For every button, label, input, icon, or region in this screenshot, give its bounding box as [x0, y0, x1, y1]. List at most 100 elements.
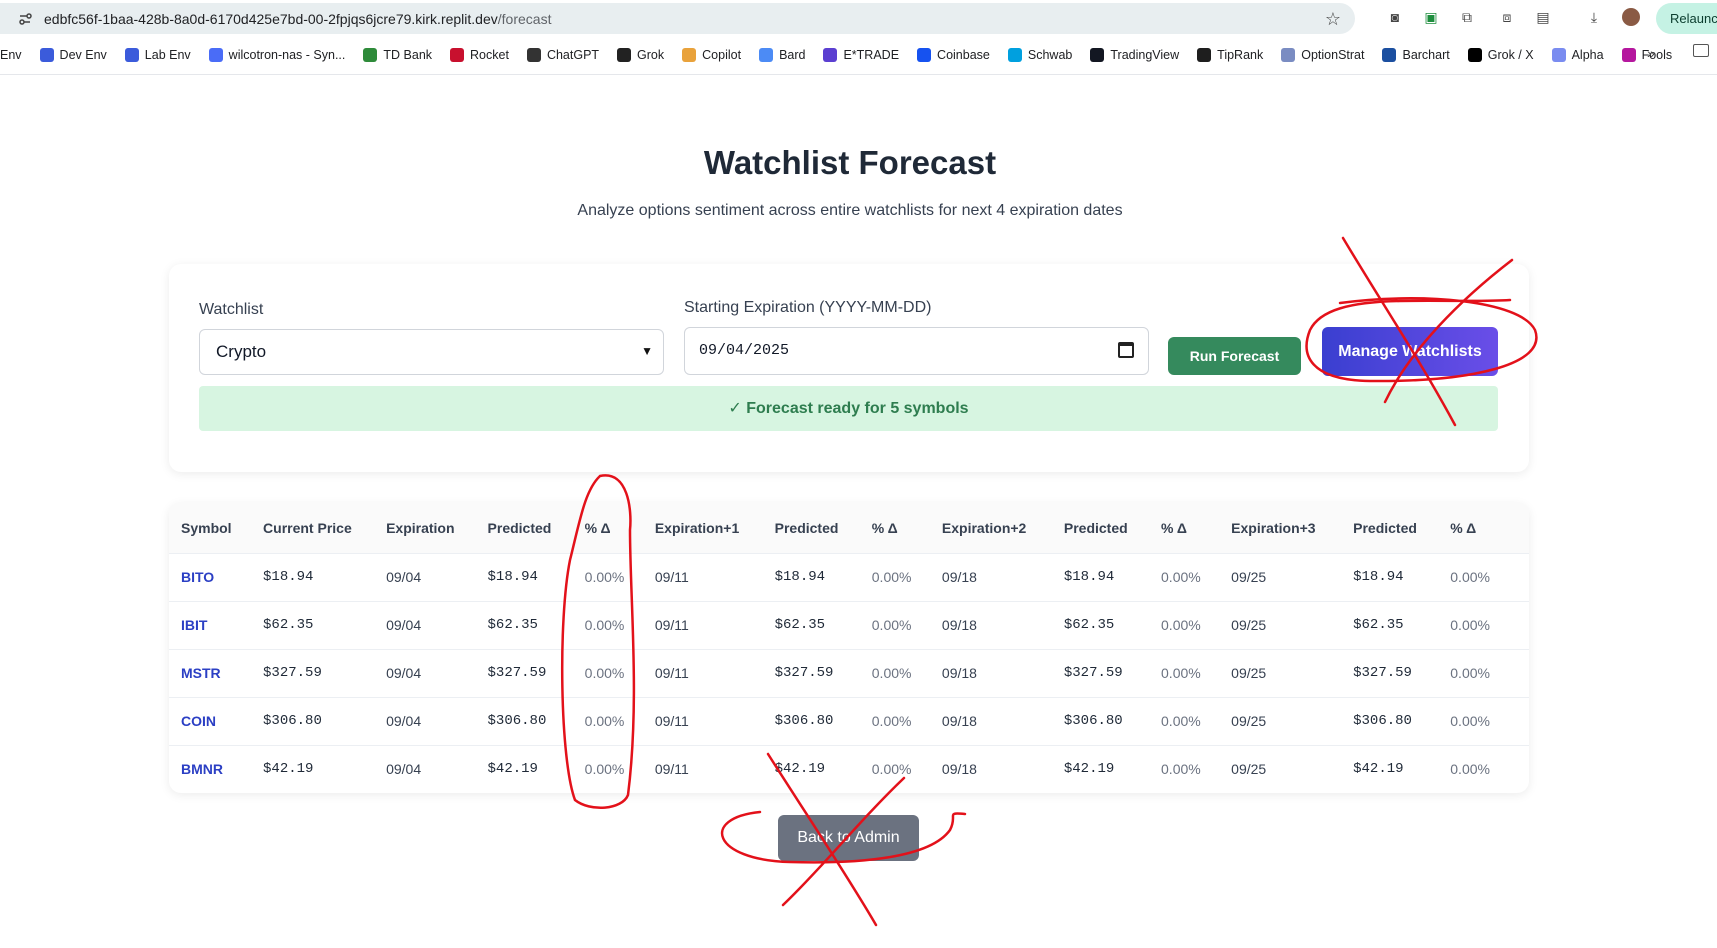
download-icon[interactable]: ⤓: [1585, 8, 1603, 26]
price-cell: $306.80: [1341, 696, 1439, 745]
price-cell: $62.35: [1051, 600, 1150, 649]
url-text: edbfc56f-1baa-428b-8a0d-6170d425e7bd-00-…: [44, 10, 552, 27]
bookmark-label: OptionStrat: [1301, 48, 1365, 62]
page-title: Watchlist Forecast: [703, 144, 997, 181]
bookmark-item[interactable]: Grok / X: [1467, 48, 1534, 62]
grok-icon: [617, 48, 632, 62]
percent-change-cell: 0.00%: [1438, 648, 1529, 697]
percent-change-cell: 0.00%: [572, 552, 643, 601]
price-cell: $327.59: [251, 648, 375, 697]
column-header: Expiration+2: [941, 519, 1027, 536]
bookmark-item[interactable]: wilcotron-nas - Syn...: [208, 48, 346, 62]
bookmark-item[interactable]: Dev Env: [39, 48, 107, 62]
extension-icon[interactable]: ◙: [1386, 8, 1404, 26]
bookmarks-bar: Env Dev Env Lab Env wilcotron-nas - Syn... T…: [0, 40, 1717, 70]
bookmark-item[interactable]: Bard: [759, 48, 805, 62]
site-info-icon[interactable]: [18, 12, 32, 26]
percent-change-cell: 0.00%: [1438, 552, 1529, 601]
percent-change-cell: 0.00%: [1149, 600, 1220, 649]
bookmarks-overflow-icon[interactable]: »: [1647, 45, 1655, 61]
column-header: % Δ: [584, 519, 611, 536]
bookmark-item[interactable]: Env: [0, 48, 22, 62]
manage-watchlists-button[interactable]: Manage Watchlists: [1322, 327, 1498, 376]
address-bar[interactable]: edbfc56f-1baa-428b-8a0d-6170d425e7bd-00-…: [0, 3, 1355, 34]
expiration-cell: 09/25: [1219, 552, 1342, 601]
percent-change-cell: 0.00%: [572, 696, 643, 745]
column-header: Expiration: [386, 519, 455, 536]
percent-change-cell: 0.00%: [859, 552, 930, 601]
symbol-link[interactable]: MSTR: [169, 648, 252, 697]
percent-change-cell: 0.00%: [1438, 600, 1529, 649]
percent-change-cell: 0.00%: [1149, 696, 1220, 745]
status-message: ✓ Forecast ready for 5 symbols: [199, 386, 1498, 431]
all-bookmarks-folder-icon[interactable]: [1693, 44, 1709, 57]
bookmark-item[interactable]: TipRank: [1197, 48, 1263, 62]
column-header: % Δ: [1450, 519, 1477, 536]
column-header: % Δ: [1161, 519, 1187, 536]
expiration-cell: 09/25: [1219, 648, 1342, 697]
bookmark-item[interactable]: Lab Env: [124, 48, 191, 62]
symbol-link[interactable]: BITO: [169, 552, 252, 601]
expiration-cell: 09/04: [374, 600, 476, 649]
bookmark-label: Copilot: [702, 48, 742, 62]
symbol-link[interactable]: IBIT: [169, 600, 252, 649]
price-cell: $62.35: [475, 600, 573, 649]
bookmark-item[interactable]: E*TRADE: [823, 48, 899, 62]
bookmark-item[interactable]: TradingView: [1090, 48, 1179, 62]
bookmark-item[interactable]: Alpha: [1551, 48, 1604, 62]
percent-change-cell: 0.00%: [1149, 744, 1220, 793]
relaunch-button[interactable]: Relaunch: [1656, 3, 1717, 34]
puzzle-extensions-icon[interactable]: ⧉: [1458, 8, 1476, 26]
bookmark-item[interactable]: Coinbase: [917, 48, 990, 62]
bookmark-item[interactable]: Schwab: [1007, 48, 1072, 62]
price-cell: $42.19: [475, 744, 573, 793]
bookmark-item[interactable]: TD Bank: [363, 48, 432, 62]
watchlist-select[interactable]: Crypto ▼: [199, 329, 664, 375]
browser-toolbar: edbfc56f-1baa-428b-8a0d-6170d425e7bd-00-…: [0, 0, 1717, 36]
bookmark-item[interactable]: Copilot: [682, 48, 741, 62]
run-forecast-button[interactable]: Run Forecast: [1168, 337, 1301, 375]
watchlist-select-value: Crypto: [216, 342, 267, 361]
column-header: Predicted: [487, 519, 552, 536]
screen-search-icon[interactable]: ⧈: [1498, 8, 1516, 26]
symbol-link[interactable]: COIN: [169, 696, 252, 745]
calendar-icon[interactable]: [1118, 342, 1134, 358]
price-cell: $62.35: [251, 600, 375, 649]
symbol-link[interactable]: BMNR: [169, 744, 252, 793]
extension-green-icon[interactable]: ▣: [1422, 8, 1440, 26]
bookmark-label: Grok / X: [1487, 48, 1534, 62]
table-row: IBIT $62.35 09/04 $62.35 0.00% 09/11 $62.35 0.0…: [169, 600, 1529, 649]
price-cell: $18.94: [1341, 552, 1439, 601]
expiration-cell: 09/18: [929, 744, 1052, 793]
expiration-cell: 09/25: [1219, 744, 1342, 793]
expiration-label: Starting Expiration (YYYY-MM-DD): [684, 299, 932, 316]
expiration-cell: 09/11: [642, 744, 763, 793]
bookmark-item[interactable]: Grok: [617, 48, 664, 62]
expiration-date-input[interactable]: 09/04/2025: [684, 327, 1149, 375]
price-cell: $306.80: [475, 696, 573, 745]
barchart-icon: [1382, 48, 1397, 62]
price-cell: $42.19: [251, 744, 375, 793]
bookmark-label: Grok: [637, 48, 665, 62]
bookmark-item[interactable]: Rocket: [450, 48, 509, 62]
bookmark-label: ChatGPT: [546, 48, 600, 62]
bookmark-item[interactable]: OptionStrat: [1281, 48, 1364, 62]
percent-change-cell: 0.00%: [1149, 648, 1220, 697]
bookmark-star-icon[interactable]: ☆: [1325, 9, 1341, 30]
price-cell: $42.19: [1341, 744, 1439, 793]
reading-mode-icon[interactable]: ▤: [1534, 8, 1552, 26]
profile-avatar[interactable]: [1622, 8, 1640, 26]
table-row: COIN $306.80 09/04 $306.80 0.00% 09/11 $306.80…: [169, 696, 1529, 745]
expiration-cell: 09/11: [642, 600, 763, 649]
bookmark-item[interactable]: Barchart: [1382, 48, 1450, 62]
bookmark-label: Env: [0, 48, 22, 62]
page-subtitle: Analyze options sentiment across entire …: [577, 202, 1123, 219]
column-header: Expiration+3: [1231, 519, 1316, 536]
back-to-admin-button[interactable]: Back to Admin: [778, 815, 919, 861]
bookmark-label: E*TRADE: [843, 48, 900, 62]
expiration-cell: 09/04: [374, 648, 476, 697]
percent-change-cell: 0.00%: [859, 600, 930, 649]
bookmark-item[interactable]: ChatGPT: [526, 48, 600, 62]
bookmark-label: wilcotron-nas - Syn...: [228, 48, 346, 62]
price-cell: $18.94: [762, 552, 860, 601]
